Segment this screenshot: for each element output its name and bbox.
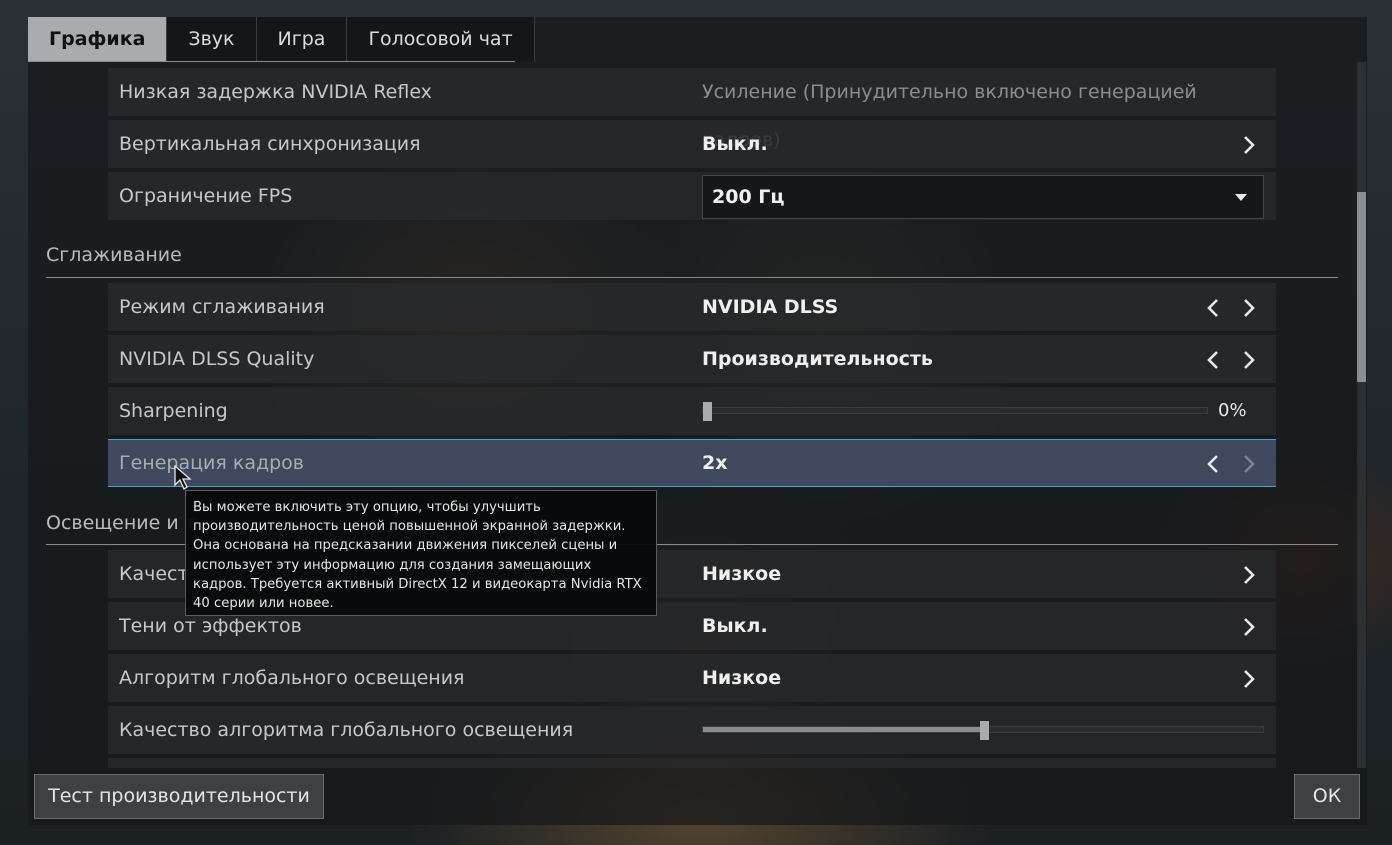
tab-bar: Графика Звук Игра Голосовой чат <box>28 17 535 62</box>
chevron-right-icon[interactable] <box>1238 349 1260 371</box>
setting-row-dlss-quality[interactable]: NVIDIA DLSS Quality Производительность <box>108 335 1276 383</box>
chevron-left-icon[interactable] <box>1202 453 1224 475</box>
mouse-cursor-icon <box>174 464 192 495</box>
setting-row-frame-generation[interactable]: Генерация кадров 2x <box>108 439 1276 487</box>
section-divider <box>46 277 1338 278</box>
setting-value: NVIDIA DLSS <box>702 296 839 318</box>
slider-handle[interactable] <box>980 721 989 740</box>
setting-row-gi-quality: Качество алгоритма глобального освещения <box>108 706 1276 754</box>
caret-down-icon <box>1235 194 1247 201</box>
slider-fill <box>703 727 984 732</box>
setting-label: Генерация кадров <box>119 452 304 474</box>
scrollbar-thumb[interactable] <box>1357 192 1366 382</box>
setting-label: Качест <box>119 563 189 585</box>
tab-voice-chat[interactable]: Голосовой чат <box>347 17 535 62</box>
setting-label: Режим сглаживания <box>119 296 325 318</box>
tab-divider <box>28 61 515 62</box>
setting-row-sharpening: Sharpening 0% <box>108 387 1276 435</box>
benchmark-button[interactable]: Тест производительности <box>34 774 324 819</box>
setting-value: Низкое <box>702 667 782 689</box>
fps-limit-dropdown[interactable]: 200 Гц <box>702 175 1264 219</box>
setting-label: Низкая задержка NVIDIA Reflex <box>119 81 432 103</box>
chevron-right-icon[interactable] <box>1238 453 1260 475</box>
setting-row-vsync[interactable]: Вертикальная синхронизация Выкл. <box>108 120 1276 168</box>
frame-generation-tooltip: Вы можете включить эту опцию, чтобы улуч… <box>185 490 657 616</box>
chevron-right-icon[interactable] <box>1238 134 1260 156</box>
dropdown-value: 200 Гц <box>712 186 785 208</box>
chevron-right-icon[interactable] <box>1238 668 1260 690</box>
setting-label: Вертикальная синхронизация <box>119 133 421 155</box>
chevron-right-icon[interactable] <box>1238 564 1260 586</box>
setting-value: Выкл. <box>702 133 768 155</box>
setting-value: Низкое <box>702 563 782 585</box>
setting-value: 2x <box>702 452 728 474</box>
setting-row-aa-mode[interactable]: Режим сглаживания NVIDIA DLSS <box>108 283 1276 331</box>
setting-label: Ограничение FPS <box>119 185 293 207</box>
slider-handle[interactable] <box>703 402 712 421</box>
chevron-right-icon[interactable] <box>1238 616 1260 638</box>
setting-value: Производительность <box>702 348 933 370</box>
chevron-right-icon[interactable] <box>1238 297 1260 319</box>
slider-value: 0% <box>1218 400 1247 421</box>
scrollbar[interactable] <box>1357 62 1366 768</box>
setting-label: NVIDIA DLSS Quality <box>119 348 315 370</box>
chevron-left-icon[interactable] <box>1202 349 1224 371</box>
tab-sound[interactable]: Звук <box>167 17 257 62</box>
gi-quality-slider[interactable] <box>702 721 1264 740</box>
tab-graphics[interactable]: Графика <box>28 17 168 62</box>
ok-button[interactable]: ОК <box>1294 774 1360 819</box>
section-title-antialiasing: Сглаживание <box>46 244 182 266</box>
tab-game[interactable]: Игра <box>256 17 348 62</box>
sharpening-slider[interactable] <box>702 402 1208 421</box>
setting-row-partial <box>108 758 1276 768</box>
setting-label: Sharpening <box>119 400 228 422</box>
setting-row-fps-limit: Ограничение FPS 200 Гц <box>108 172 1276 220</box>
setting-label: Качество алгоритма глобального освещения <box>119 719 574 741</box>
setting-label: Алгоритм глобального освещения <box>119 667 465 689</box>
setting-value: Выкл. <box>702 615 768 637</box>
setting-row-reflex: Низкая задержка NVIDIA Reflex Усиление (… <box>108 68 1276 151</box>
setting-row-gi-algorithm[interactable]: Алгоритм глобального освещения Низкое <box>108 654 1276 702</box>
chevron-left-icon[interactable] <box>1202 297 1224 319</box>
section-title-lighting: Освещение и т <box>46 512 196 534</box>
